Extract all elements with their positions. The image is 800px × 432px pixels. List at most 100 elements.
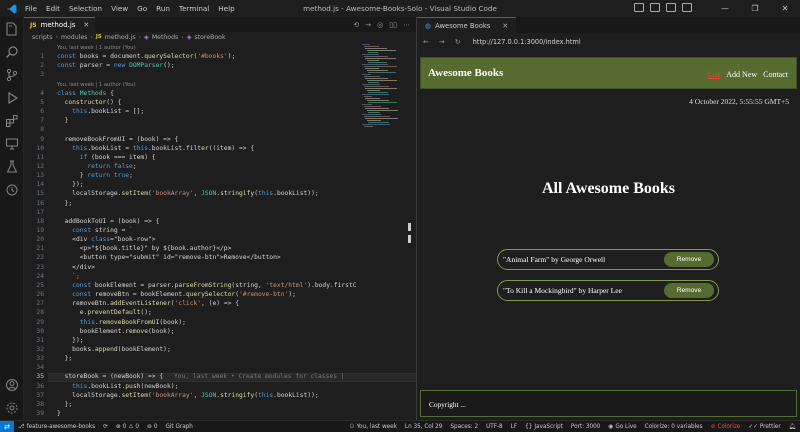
source-control-icon[interactable] — [4, 67, 20, 83]
codelens-blame[interactable]: You, last week | 1 author (You) — [57, 45, 136, 51]
menu-edit[interactable]: Edit — [46, 4, 60, 13]
code-line[interactable]: const removeBtn = bookElement.querySelec… — [57, 291, 296, 298]
code-editor[interactable]: You, last week | 1 author (You) 1 const bo… — [24, 44, 416, 420]
code-line[interactable]: if (book === item) { — [57, 154, 156, 161]
ports-indicator[interactable]: ⊚ 0 — [143, 424, 161, 430]
code-line[interactable]: constructor() { — [57, 99, 122, 106]
nav-link-list[interactable]: List — [708, 70, 720, 79]
toggle-sidebar-icon[interactable] — [634, 3, 644, 12]
extensions-icon[interactable] — [4, 113, 20, 129]
menu-go[interactable]: Go — [137, 4, 147, 13]
manage-gear-icon[interactable] — [4, 400, 20, 416]
restore-icon[interactable]: ❐ — [740, 0, 770, 17]
menu-file[interactable]: File — [25, 4, 37, 13]
code-line[interactable]: this.bookList = this.bookList.filter((it… — [57, 145, 254, 152]
tab-close-icon[interactable]: ✕ — [83, 21, 89, 29]
close-icon[interactable]: ✕ — [770, 0, 800, 17]
code-line[interactable]: return false; — [57, 163, 136, 170]
cursor-position[interactable]: Ln 35, Col 29 — [401, 424, 447, 430]
go-forward-icon[interactable]: → — [365, 21, 371, 29]
code-line[interactable]: bookElement.remove(book); — [57, 328, 175, 335]
remove-button[interactable]: Remove — [664, 252, 714, 267]
code-line[interactable]: books.append(bookElement); — [57, 346, 171, 353]
codelens-blame[interactable]: You, last week | 1 author (You) — [57, 82, 136, 88]
indentation[interactable]: Spaces: 2 — [446, 424, 482, 430]
code-line[interactable]: }; — [57, 401, 73, 408]
code-line[interactable]: const string = ` — [57, 227, 133, 234]
open-changes-icon[interactable]: ◎ — [377, 21, 383, 29]
problems-indicator[interactable]: ⊗ 0 ⚠ 0 — [112, 424, 143, 430]
go-live-button[interactable]: ◉ Go Live — [604, 424, 640, 430]
menu-view[interactable]: View — [111, 4, 128, 13]
menu-selection[interactable]: Selection — [69, 4, 102, 13]
port-indicator[interactable]: Port: 3000 — [567, 424, 604, 430]
menu-terminal[interactable]: Terminal — [179, 4, 209, 13]
remote-indicator-icon[interactable]: ⇄ — [0, 420, 14, 432]
language-mode[interactable]: {} JavaScript — [521, 424, 567, 430]
split-editor-icon[interactable]: ▯▯ — [389, 21, 397, 29]
menu-run[interactable]: Run — [156, 4, 170, 13]
customize-layout-icon[interactable] — [682, 3, 692, 12]
code-line[interactable]: localStorage.setItem('bookArray', JSON.s… — [57, 392, 319, 399]
remove-button[interactable]: Remove — [664, 283, 714, 298]
code-line[interactable]: }; — [57, 200, 73, 207]
code-line[interactable]: }); — [57, 181, 83, 188]
code-line[interactable]: } — [57, 410, 61, 417]
code-line[interactable]: }); — [57, 337, 83, 344]
colorize-variables[interactable]: Colorize: 0 variables — [641, 424, 707, 430]
code-line[interactable]: const books = document.querySelector('#b… — [57, 53, 235, 60]
code-line[interactable]: removeBookFromUI = (book) => { — [57, 136, 179, 143]
code-line[interactable]: this.removeBookFromUI(book); — [57, 319, 186, 326]
search-icon[interactable] — [4, 44, 20, 60]
breadcrumb-class[interactable]: Methods — [152, 34, 178, 41]
breadcrumb-file[interactable]: method.js — [105, 34, 136, 41]
branch-indicator[interactable]: ⎇ feature-awesome-books — [14, 424, 99, 430]
encoding[interactable]: UTF-8 — [482, 424, 507, 430]
code-line[interactable]: <div class="book-row"> — [57, 236, 155, 243]
code-line[interactable]: const parser = new DOMParser(); — [57, 62, 175, 69]
breadcrumb-member[interactable]: storeBook — [195, 34, 226, 41]
code-line[interactable]: localStorage.setItem('bookArray', JSON.s… — [57, 190, 319, 197]
sync-icon[interactable]: ⟳ — [99, 424, 112, 430]
code-line[interactable]: } return true; — [57, 172, 133, 179]
tab-awesome-books[interactable]: ◍ Awesome Books ✕ — [417, 17, 517, 33]
minimap[interactable] — [362, 44, 406, 134]
prettier-indicator[interactable]: ✓✓ Prettier — [744, 424, 784, 430]
testing-icon[interactable] — [4, 159, 20, 175]
code-line[interactable]: }; — [57, 355, 73, 362]
code-line[interactable]: <p>"${book.title}" by ${book.author}</p> — [57, 245, 232, 252]
explorer-icon[interactable] — [4, 21, 20, 37]
run-debug-icon[interactable] — [4, 90, 20, 106]
back-arrow-icon[interactable]: ← — [423, 38, 429, 46]
forward-arrow-icon[interactable]: → — [439, 38, 445, 46]
code-line[interactable]: removeBtn.addEventListener('click', (e) … — [57, 300, 239, 307]
menu-help[interactable]: Help — [218, 4, 234, 13]
url-input[interactable]: http://127.0.0.1:3000/index.html — [473, 38, 581, 46]
tab-close-icon[interactable]: ✕ — [502, 22, 508, 30]
toggle-panel-icon[interactable] — [650, 3, 660, 12]
minimize-icon[interactable]: — — [710, 0, 740, 17]
toggle-secondary-sidebar-icon[interactable] — [666, 3, 676, 12]
code-line[interactable]: storeBook = (newBook) => { — [57, 373, 164, 380]
nav-link-contact[interactable]: Contact — [763, 70, 788, 79]
code-line[interactable]: e.preventDefault(); — [57, 309, 152, 316]
remote-explorer-icon[interactable] — [4, 136, 20, 152]
more-actions-icon[interactable]: ⋯ — [403, 21, 410, 29]
tab-method-js[interactable]: JS method.js ✕ — [24, 17, 96, 32]
code-line[interactable]: <button type="submit" id="remove-btn">Re… — [57, 254, 281, 261]
compare-changes-icon[interactable]: ⟲ — [353, 21, 359, 29]
code-line[interactable]: addBookToUI = (book) => { — [57, 218, 160, 225]
code-line[interactable]: } — [57, 117, 69, 124]
code-line[interactable]: `; — [57, 273, 80, 280]
colorize-toggle[interactable]: ⊘ Colorize — [707, 424, 745, 430]
git-graph-button[interactable]: Git Graph — [161, 424, 196, 430]
breadcrumb-folder-modules[interactable]: modules — [61, 34, 87, 41]
account-icon[interactable] — [4, 377, 20, 393]
code-line[interactable]: class Methods { — [57, 90, 114, 97]
breadcrumb-folder-scripts[interactable]: scripts — [32, 34, 52, 41]
end-of-line[interactable]: LF — [507, 424, 521, 430]
code-line[interactable]: const bookElement = parser.parseFromStri… — [57, 282, 356, 289]
reload-icon[interactable]: ↻ — [455, 38, 461, 46]
code-line[interactable]: this.bookList.push(newBook); — [57, 383, 178, 390]
notifications-bell-icon[interactable]: 🔔︎ — [785, 424, 800, 430]
